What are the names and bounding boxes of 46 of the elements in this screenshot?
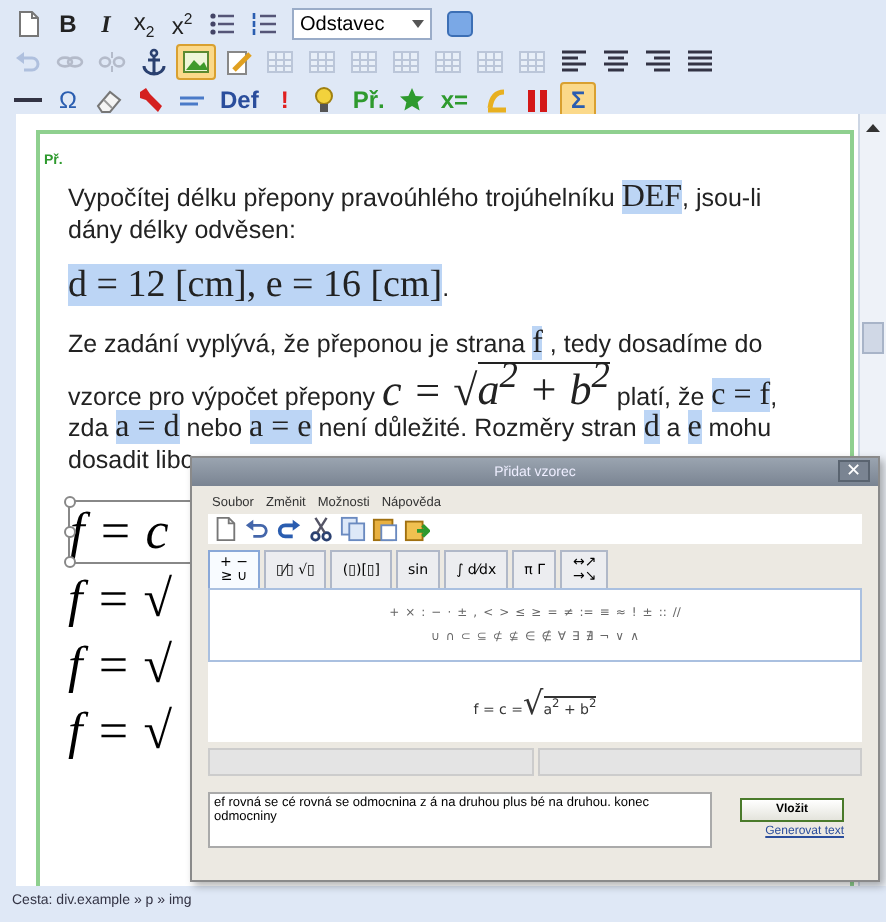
align-justify-icon [686,48,714,76]
bars-icon [524,86,553,114]
format-button[interactable]: x$_{2}$ [126,6,162,42]
image-icon [182,48,210,76]
format-dropdown[interactable]: Odstavec [292,8,432,40]
bullet-list-icon [208,10,236,38]
undo-icon [244,516,270,542]
formula-image[interactable]: f = √ [68,636,192,697]
align-left-icon [560,48,588,76]
edit-icon [224,48,252,76]
undo-icon [14,48,42,76]
table-icon [308,48,336,76]
wrench-icon [136,86,164,114]
formula-image[interactable]: f = √ [68,702,192,763]
document-icon [14,10,42,38]
curve-icon [482,86,511,114]
bulb-icon [310,86,339,114]
align-center-icon [602,48,630,76]
table-icon [266,48,294,76]
table-icon [350,48,378,76]
paragraph: d = 12 [cm], e = 16 [cm]. [68,270,452,304]
format-button[interactable]: Ω [50,82,86,118]
copy-icon [340,516,366,542]
anchor-icon [140,48,168,76]
table-icon [392,48,420,76]
paragraph: Vypočítej délku přepony pravoúhlého trojúhelníku DEF, jsou-li dány délky odvěsen: [68,182,764,246]
format-button[interactable]: I [88,6,124,42]
export-icon [404,516,430,542]
format-button[interactable]: x$^{2}$ [164,6,200,42]
table-icon [434,48,462,76]
scroll-thumb[interactable] [862,322,884,354]
unlink-icon [98,48,126,76]
scroll-up-icon[interactable] [866,123,880,131]
format-button[interactable]: Def [214,82,265,118]
formula-image[interactable]: f = √ [68,570,192,631]
format-button[interactable]: ! [266,82,303,118]
scissors-icon [308,516,334,542]
table-icon [476,48,504,76]
caret-icon [412,20,424,28]
format-button[interactable]: B [50,6,86,42]
star-icon [398,86,427,114]
close-button[interactable]: ✕ [838,460,870,482]
redo-icon [276,516,302,542]
table-icon [518,48,546,76]
align-right-icon [644,48,672,76]
numbered-list-icon [250,10,278,38]
